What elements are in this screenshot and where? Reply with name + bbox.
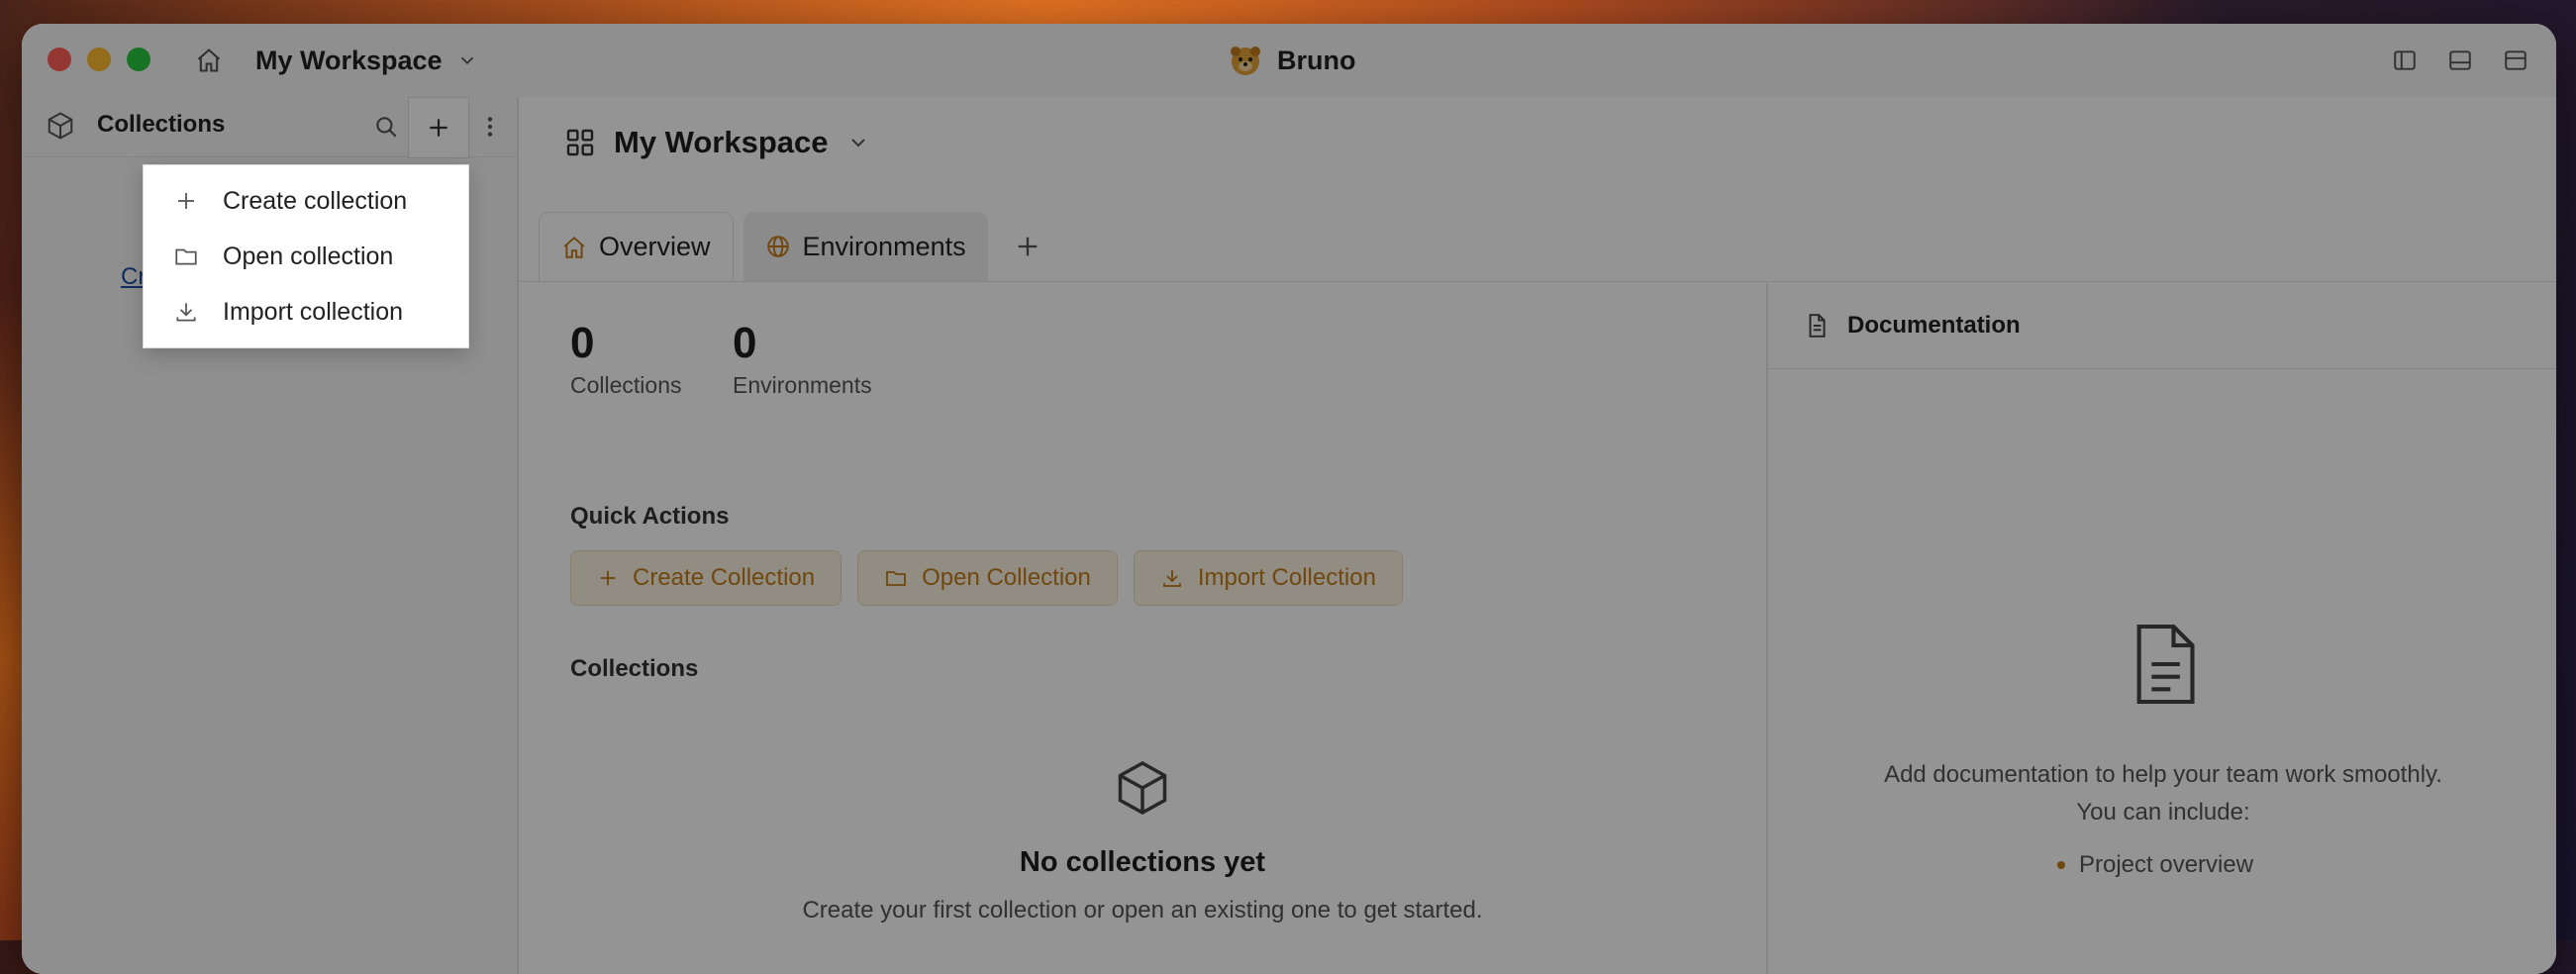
documentation-title: Documentation: [1847, 312, 2021, 339]
documentation-line-1: Add documentation to help your team work…: [1884, 761, 2442, 788]
empty-subtitle: Create your first collection or open an …: [802, 897, 1483, 924]
folder-icon: [886, 571, 906, 586]
tab-label: Overview: [599, 232, 711, 261]
toggle-bottom-panel-icon[interactable]: [2441, 42, 2479, 79]
sidebar-title: Collections: [97, 111, 226, 138]
overview-panel: 0 Collections 0 Environments Quick Actio…: [519, 283, 1766, 974]
documentation-panel: Documentation Add documentation to help …: [1766, 283, 2556, 974]
bullet-text: Project overview: [2079, 851, 2254, 878]
empty-state: No collections yet Create your first col…: [519, 758, 1766, 925]
menu-item-label: Open collection: [223, 242, 394, 270]
button-label: Import Collection: [1197, 564, 1376, 591]
sidebar-header: Collections: [22, 97, 517, 158]
add-collection-button[interactable]: [408, 97, 469, 158]
home-icon[interactable]: [190, 42, 228, 79]
title-bar: My Workspace Bruno: [22, 24, 2556, 98]
documentation-header: Documentation: [1768, 283, 2556, 369]
bullet-dot: [2057, 861, 2065, 869]
close-window-button[interactable]: [48, 48, 71, 71]
bruno-logo-icon: [1231, 47, 1260, 75]
documentation-line-2: You can include:: [2076, 799, 2250, 826]
tab-environments[interactable]: Environments: [743, 212, 988, 281]
main-content: My Workspace Overview Environments 0 Col…: [519, 97, 2556, 974]
button-label: Create Collection: [633, 564, 816, 591]
stat-label: Environments: [733, 372, 872, 398]
quick-actions-heading: Quick Actions: [570, 503, 730, 530]
menu-item-open-collection[interactable]: Open collection: [144, 229, 468, 284]
app-title: Bruno: [1228, 40, 1355, 81]
chevron-down-icon: [850, 139, 865, 147]
folder-icon: [171, 242, 201, 271]
open-collection-button[interactable]: Open Collection: [857, 550, 1118, 606]
app-name: Bruno: [1277, 45, 1356, 75]
add-tab-button[interactable]: [998, 212, 1057, 281]
download-icon: [171, 297, 201, 327]
toggle-sidebar-icon[interactable]: [2386, 42, 2424, 79]
plus-icon: [600, 570, 616, 586]
download-icon: [1162, 570, 1181, 587]
cube-icon: [46, 111, 75, 146]
globe-icon: [766, 236, 789, 257]
document-icon: [1809, 314, 1826, 338]
stat-label: Collections: [570, 372, 682, 398]
menu-item-label: Import collection: [223, 297, 404, 326]
stat-collections: 0 Collections: [570, 319, 682, 399]
quick-actions: Create Collection Open Collection Import…: [570, 550, 1403, 606]
more-options-icon[interactable]: [475, 109, 505, 145]
button-label: Open Collection: [922, 564, 1091, 591]
plus-icon: [171, 186, 201, 216]
documentation-text: Add documentation to help your team work…: [1768, 756, 2556, 831]
add-collection-menu: Create collection Open collection Import…: [143, 164, 469, 348]
tabs-divider: [519, 281, 2556, 282]
minimize-window-button[interactable]: [87, 48, 111, 71]
stat-value: 0: [570, 319, 595, 367]
grid-icon: [566, 129, 594, 156]
plus-icon: [430, 119, 447, 137]
toggle-layout-icon[interactable]: [2497, 42, 2534, 79]
workspace-tabs: Overview Environments: [539, 212, 1057, 281]
plus-icon: [1018, 237, 1037, 256]
chevron-down-icon: [460, 56, 473, 65]
tab-label: Environments: [802, 231, 966, 261]
menu-item-import-collection[interactable]: Import collection: [144, 284, 468, 340]
app-window: My Workspace Bruno Collections Cr My Wor…: [22, 24, 2556, 974]
collections-heading: Collections: [570, 655, 699, 682]
workspace-switcher[interactable]: My Workspace: [255, 42, 478, 79]
search-icon[interactable]: [368, 109, 404, 145]
menu-item-label: Create collection: [223, 186, 408, 215]
empty-title: No collections yet: [1019, 846, 1266, 878]
workspace-name: My Workspace: [255, 45, 443, 75]
stat-value: 0: [733, 319, 757, 367]
menu-item-create-collection[interactable]: Create collection: [144, 173, 468, 229]
document-large-icon: [2127, 620, 2202, 714]
cube-icon: [1118, 760, 1167, 816]
maximize-window-button[interactable]: [127, 48, 150, 71]
workspace-title: My Workspace: [614, 125, 829, 159]
stat-environments: 0 Environments: [733, 319, 872, 399]
import-collection-button[interactable]: Import Collection: [1133, 550, 1403, 606]
home-icon: [563, 236, 585, 258]
documentation-bullet: Project overview: [2057, 851, 2253, 879]
layout-controls: [2386, 42, 2534, 79]
tab-overview[interactable]: Overview: [539, 212, 734, 281]
create-collection-button[interactable]: Create Collection: [570, 550, 842, 606]
workspace-header[interactable]: My Workspace: [564, 125, 870, 160]
